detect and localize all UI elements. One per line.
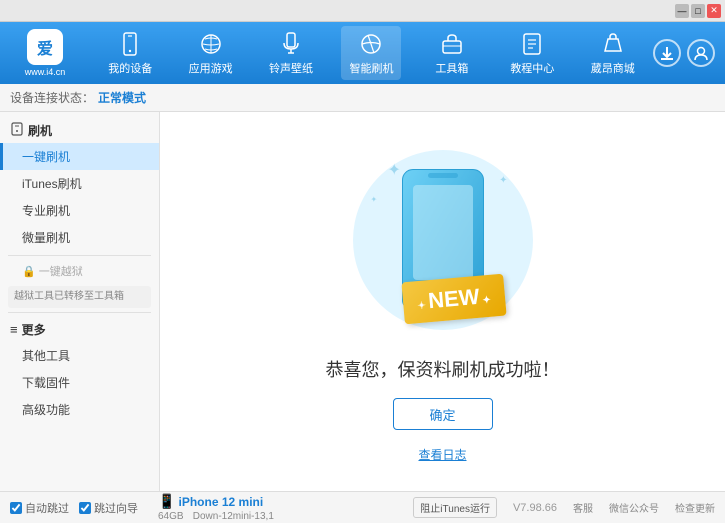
logo-icon: 爱 [27,29,63,65]
phone-illustration: ✦ ✦ ✦ N [343,140,543,340]
status-label: 设备连接状态： [10,89,94,106]
stop-itunes-button[interactable]: 阻止iTunes运行 [413,497,497,518]
navbar-item-label-smart-flash: 智能刷机 [349,60,393,76]
navbar: 爱 www.i4.cn 我的设备 应用游戏 铃声壁纸 智能刷机 [0,22,725,84]
sidebar-item-itunes-flash[interactable]: iTunes刷机 [0,170,159,197]
sidebar-item-one-key-flash[interactable]: 一键刷机 [0,143,159,170]
sidebar-section-flash[interactable]: 刷机 [0,118,159,143]
navbar-item-label-tutorial: 教程中心 [510,60,554,76]
device-storage: 64GB [158,511,184,522]
navbar-right [653,39,725,67]
update-link[interactable]: 检查更新 [675,500,715,515]
sidebar-item-other-tools[interactable]: 其他工具 [0,342,159,369]
my-device-icon [116,30,144,58]
goto-log-link[interactable]: 查看日志 [418,446,466,463]
success-text: 恭喜您，保资料刷机成功啦！ [326,356,560,382]
confirm-button[interactable]: 确定 [393,398,493,430]
device-phone-icon: 📱 [158,493,175,509]
navbar-item-my-device[interactable]: 我的设备 [100,26,160,80]
smart-flash-icon [357,30,385,58]
service-link[interactable]: 客服 [573,500,593,515]
device-name: iPhone 12 mini [179,495,264,509]
device-model: Down-12mini-13,1 [193,511,274,522]
auto-skip-checkbox[interactable]: 自动跳过 [10,500,69,516]
jailbreak-label: 一键越狱 [39,263,83,279]
navbar-item-label-apps-games: 应用游戏 [189,60,233,76]
divider-1 [8,255,151,256]
weibo-store-icon [599,30,627,58]
skip-wizard-input[interactable] [79,502,91,514]
sidebar-item-pro-flash[interactable]: 专业刷机 [0,197,159,224]
auto-skip-label: 自动跳过 [25,500,69,516]
navbar-item-label-my-device: 我的设备 [108,60,152,76]
wechat-link[interactable]: 微信公众号 [609,500,659,515]
user-button[interactable] [687,39,715,67]
content-area: ✦ ✦ ✦ N [160,112,725,491]
flash-section-icon [10,122,24,139]
sidebar-section-more[interactable]: ≡ 更多 [0,317,159,342]
sparkle-3: ✦ [371,195,378,204]
bottombar-left: 自动跳过 跳过向导 📱 iPhone 12 mini 64GB Down-12m… [10,493,413,522]
skip-wizard-checkbox[interactable]: 跳过向导 [79,500,138,516]
sidebar-item-download-firmware[interactable]: 下载固件 [0,369,159,396]
lock-icon: 🔒 [22,265,36,278]
navbar-items: 我的设备 应用游戏 铃声壁纸 智能刷机 工具箱 [90,26,653,80]
success-area: ✦ ✦ ✦ N [326,140,560,463]
maximize-button[interactable]: □ [691,4,705,18]
navbar-item-weibo-store[interactable]: 葳昂商城 [583,26,643,80]
sparkle-2: ✦ [499,175,507,186]
new-badge: NEW [401,274,506,325]
navbar-item-smart-flash[interactable]: 智能刷机 [341,26,401,80]
bottombar-right: 阻止iTunes运行 V7.98.66 客服 微信公众号 检查更新 [413,497,715,518]
sidebar-item-micro-flash[interactable]: 微量刷机 [0,224,159,251]
flash-section-label: 刷机 [28,122,52,139]
more-section-icon: ≡ [10,322,18,337]
navbar-item-toolbox[interactable]: 工具箱 [422,26,482,80]
apps-games-icon [197,30,225,58]
minimize-button[interactable]: — [675,4,689,18]
sidebar: 刷机 一键刷机 iTunes刷机 专业刷机 微量刷机 🔒 一键越狱 越狱工具已转… [0,112,160,491]
close-button[interactable]: ✕ [707,4,721,18]
titlebar: — □ ✕ [0,0,725,22]
auto-skip-input[interactable] [10,502,22,514]
bottom-bar: 自动跳过 跳过向导 📱 iPhone 12 mini 64GB Down-12m… [0,491,725,523]
jailbreak-note: 越狱工具已转移至工具箱 [8,286,151,308]
device-info: 📱 iPhone 12 mini 64GB Down-12mini-13,1 [158,493,274,522]
navbar-item-tutorial[interactable]: 教程中心 [502,26,562,80]
ringtones-icon [277,30,305,58]
logo-text: www.i4.cn [25,67,66,77]
status-value: 正常模式 [98,89,146,106]
download-button[interactable] [653,39,681,67]
sidebar-item-advanced[interactable]: 高级功能 [0,396,159,423]
navbar-item-apps-games[interactable]: 应用游戏 [181,26,241,80]
navbar-item-label-weibo-store: 葳昂商城 [591,60,635,76]
logo[interactable]: 爱 www.i4.cn [0,25,90,81]
status-bar: 设备连接状态： 正常模式 [0,84,725,112]
navbar-item-label-toolbox: 工具箱 [435,60,468,76]
divider-2 [8,312,151,313]
tutorial-icon [518,30,546,58]
more-section-label: 更多 [22,321,46,338]
sidebar-section-jailbreak: 🔒 一键越狱 [0,260,159,282]
toolbox-icon [438,30,466,58]
navbar-item-ringtones[interactable]: 铃声壁纸 [261,26,321,80]
version-text: V7.98.66 [513,502,557,514]
main-area: 刷机 一键刷机 iTunes刷机 专业刷机 微量刷机 🔒 一键越狱 越狱工具已转… [0,112,725,491]
skip-wizard-label: 跳过向导 [94,500,138,516]
navbar-item-label-ringtones: 铃声壁纸 [269,60,313,76]
